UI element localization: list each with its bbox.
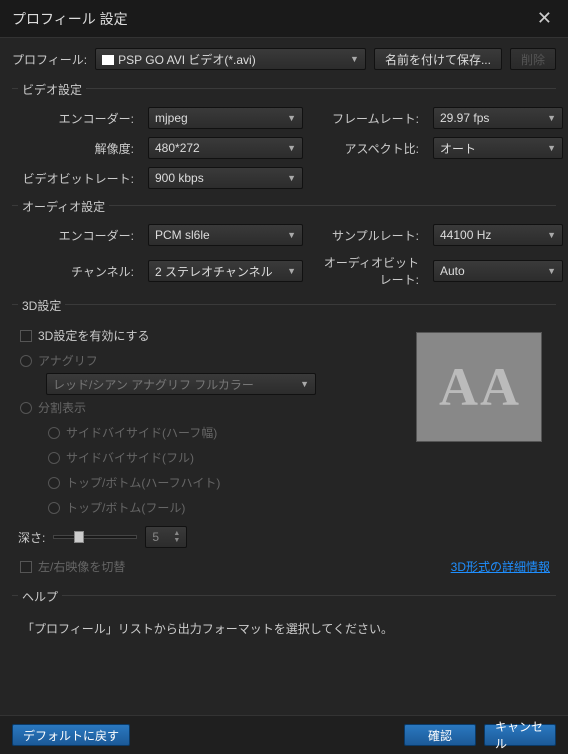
split-label: 分割表示 bbox=[38, 399, 86, 416]
profile-select[interactable]: PSP GO AVI ビデオ(*.avi) ▼ bbox=[95, 48, 366, 70]
chevron-down-icon: ▼ bbox=[287, 230, 296, 240]
audio-encoder-select[interactable]: PCM sl6le▼ bbox=[148, 224, 303, 246]
framerate-label: フレームレート: bbox=[313, 110, 423, 127]
audio-group-title: オーディオ設定 bbox=[18, 198, 109, 215]
swap-lr-checkbox[interactable] bbox=[20, 561, 32, 573]
psp-icon bbox=[102, 55, 114, 65]
preview-letter: A bbox=[480, 356, 519, 418]
aspect-select[interactable]: オート▼ bbox=[433, 137, 563, 159]
video-encoder-select[interactable]: mjpeg▼ bbox=[148, 107, 303, 129]
chevron-down-icon: ▼ bbox=[287, 266, 296, 276]
help-group: ヘルプ 「プロフィール」リストから出力フォーマットを選択してください。 bbox=[12, 595, 556, 651]
anaglyph-radio[interactable] bbox=[20, 355, 32, 367]
video-encoder-label: エンコーダー: bbox=[18, 110, 138, 127]
samplerate-label: サンプルレート: bbox=[313, 227, 423, 244]
delete-button: 削除 bbox=[510, 48, 556, 70]
video-bitrate-select[interactable]: 900 kbps▼ bbox=[148, 167, 303, 189]
depth-spinner[interactable]: 5▲▼ bbox=[145, 526, 187, 548]
audio-group: オーディオ設定 エンコーダー: PCM sl6le▼ サンプルレート: 4410… bbox=[12, 205, 556, 296]
profile-value: PSP GO AVI ビデオ(*.avi) bbox=[118, 53, 256, 67]
slider-knob[interactable] bbox=[74, 531, 84, 543]
chevron-down-icon: ▼ bbox=[547, 230, 556, 240]
swap-lr-label: 左/右映像を切替 bbox=[38, 558, 125, 575]
threed-info-link[interactable]: 3D形式の詳細情報 bbox=[451, 558, 550, 575]
framerate-select[interactable]: 29.97 fps▼ bbox=[433, 107, 563, 129]
help-group-title: ヘルプ bbox=[18, 588, 62, 605]
anaglyph-label: アナグリフ bbox=[38, 352, 98, 369]
sbs-full-radio[interactable] bbox=[48, 452, 60, 464]
audio-encoder-label: エンコーダー: bbox=[18, 227, 138, 244]
cancel-button[interactable]: キャンセル bbox=[484, 724, 556, 746]
chevron-down-icon: ▼ bbox=[287, 173, 296, 183]
threed-group-title: 3D設定 bbox=[18, 297, 65, 314]
aspect-label: アスペクト比: bbox=[313, 140, 423, 157]
sbs-full-label: サイドバイサイド(フル) bbox=[66, 449, 194, 466]
resolution-select[interactable]: 480*272▼ bbox=[148, 137, 303, 159]
channel-select[interactable]: 2 ステレオチャンネル▼ bbox=[148, 260, 303, 282]
tb-full-radio[interactable] bbox=[48, 502, 60, 514]
spinner-arrows[interactable]: ▲▼ bbox=[173, 530, 180, 544]
anaglyph-type-select[interactable]: レッド/シアン アナグリフ フルカラー▼ bbox=[46, 373, 316, 395]
enable-3d-label: 3D設定を有効にする bbox=[38, 327, 149, 344]
samplerate-select[interactable]: 44100 Hz▼ bbox=[433, 224, 563, 246]
chevron-down-icon: ▼ bbox=[300, 379, 309, 389]
help-text: 「プロフィール」リストから出力フォーマットを選択してください。 bbox=[18, 614, 550, 643]
profile-label: プロフィール: bbox=[12, 51, 87, 68]
depth-slider[interactable] bbox=[53, 535, 137, 539]
ok-button[interactable]: 確認 bbox=[404, 724, 476, 746]
save-as-button[interactable]: 名前を付けて保存... bbox=[374, 48, 502, 70]
preview-letter: A bbox=[439, 356, 478, 418]
video-bitrate-label: ビデオビットレート: bbox=[18, 170, 138, 187]
chevron-down-icon: ▼ bbox=[547, 113, 556, 123]
chevron-down-icon: ▼ bbox=[547, 266, 556, 276]
sbs-half-radio[interactable] bbox=[48, 427, 60, 439]
video-group-title: ビデオ設定 bbox=[18, 81, 86, 98]
title: プロフィール 設定 bbox=[12, 9, 128, 29]
chevron-down-icon: ▼ bbox=[350, 54, 359, 64]
chevron-down-icon: ▼ bbox=[287, 143, 296, 153]
audio-bitrate-label: オーディオビットレート: bbox=[313, 254, 423, 288]
resolution-label: 解像度: bbox=[18, 140, 138, 157]
sbs-half-label: サイドバイサイド(ハーフ幅) bbox=[66, 424, 217, 441]
split-radio[interactable] bbox=[20, 402, 32, 414]
chevron-down-icon: ▼ bbox=[547, 143, 556, 153]
depth-label: 深さ: bbox=[18, 529, 45, 546]
chevron-down-icon: ▼ bbox=[287, 113, 296, 123]
tb-half-label: トップ/ボトム(ハーフハイト) bbox=[66, 474, 220, 491]
close-icon[interactable]: ✕ bbox=[533, 8, 556, 29]
audio-bitrate-select[interactable]: Auto▼ bbox=[433, 260, 563, 282]
channel-label: チャンネル: bbox=[18, 263, 138, 280]
reset-default-button[interactable]: デフォルトに戻す bbox=[12, 724, 130, 746]
preview-box: A A bbox=[416, 332, 542, 442]
video-group: ビデオ設定 エンコーダー: mjpeg▼ フレームレート: 29.97 fps▼… bbox=[12, 88, 556, 197]
enable-3d-checkbox[interactable] bbox=[20, 330, 32, 342]
tb-half-radio[interactable] bbox=[48, 477, 60, 489]
tb-full-label: トップ/ボトム(フール) bbox=[66, 499, 185, 516]
